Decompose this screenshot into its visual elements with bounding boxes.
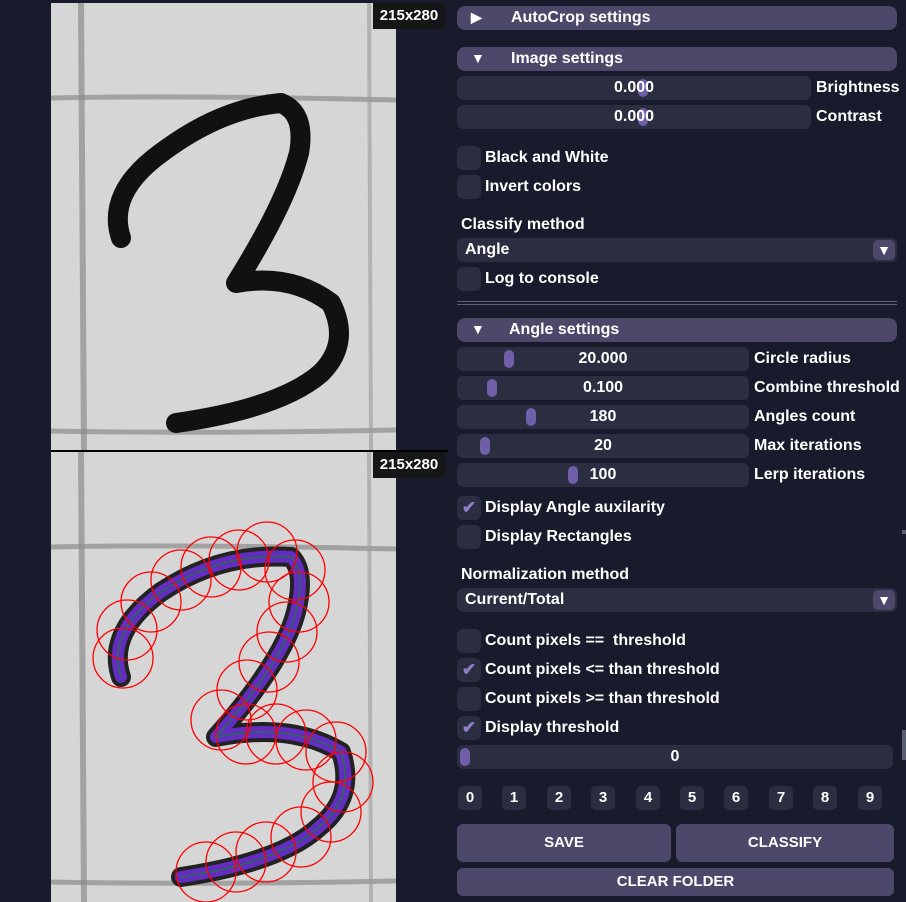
normalization-method-value: Current/Total (465, 591, 565, 608)
max-iterations-slider[interactable]: 20 (457, 434, 749, 458)
angle-settings-header[interactable]: ▼ Angle settings (457, 318, 897, 342)
angles-count-label: Angles count (754, 408, 856, 425)
threshold-slider[interactable]: 0 (457, 745, 893, 769)
checkbox-box[interactable] (457, 629, 481, 653)
original-digit-image (51, 3, 396, 450)
brightness-value: 0.000 (613, 79, 655, 96)
digit-button-9[interactable]: 9 (858, 786, 882, 810)
autocrop-settings-header[interactable]: ▶ AutoCrop settings (457, 6, 897, 30)
invert-colors-label: Invert colors (485, 178, 582, 195)
threshold-value: 0 (670, 748, 680, 765)
digit-button-2[interactable]: 2 (547, 786, 571, 810)
checkbox-box[interactable] (457, 175, 481, 199)
image-dimensions-top: 215x280 (373, 3, 445, 29)
circle-radius-value: 20.000 (578, 350, 628, 367)
brightness-label: Brightness (816, 79, 900, 96)
angle-header-label: Angle settings (509, 321, 620, 338)
digit-button-1[interactable]: 1 (502, 786, 526, 810)
digit-button-5[interactable]: 5 (680, 786, 704, 810)
digit-button-4[interactable]: 4 (636, 786, 660, 810)
combine-threshold-slider[interactable]: 0.100 (457, 376, 749, 400)
brightness-slider[interactable]: 0.000 (457, 76, 811, 100)
digit-button-3[interactable]: 3 (591, 786, 615, 810)
checkbox-box[interactable] (457, 687, 481, 711)
classify-method-value: Angle (465, 241, 510, 258)
scrollbar-mark (902, 530, 906, 534)
max-iterations-label: Max iterations (754, 437, 862, 454)
combine-threshold-label: Combine threshold (754, 379, 900, 396)
image-view-area: 215x280 215x280 (0, 0, 448, 902)
save-button[interactable]: SAVE (457, 824, 671, 862)
count-le-label: Count pixels <= than threshold (485, 661, 720, 678)
image-header-label: Image settings (511, 50, 624, 67)
clear-folder-button[interactable]: CLEAR FOLDER (457, 868, 894, 896)
contrast-slider[interactable]: 0.000 (457, 105, 811, 129)
checkmark-icon[interactable]: ✔ (457, 716, 481, 740)
normalization-method-dropdown[interactable]: Current/Total ▼ (457, 588, 897, 612)
digit-button-0[interactable]: 0 (458, 786, 482, 810)
processed-digit-image (51, 452, 396, 902)
max-iterations-value: 20 (594, 437, 612, 454)
triangle-down-icon: ▼ (471, 321, 485, 337)
checkbox-box[interactable] (457, 525, 481, 549)
checkmark-icon[interactable]: ✔ (457, 496, 481, 520)
separator (457, 301, 897, 305)
classify-method-dropdown[interactable]: Angle ▼ (457, 238, 897, 262)
circle-radius-label: Circle radius (754, 350, 851, 367)
checkbox-box[interactable] (457, 146, 481, 170)
display-rectangles-label: Display Rectangles (485, 528, 632, 545)
digit-button-6[interactable]: 6 (724, 786, 748, 810)
settings-panel: ▶ AutoCrop settings ▼ Image settings 0.0… (448, 0, 906, 902)
angles-count-value: 180 (589, 408, 617, 425)
contrast-label: Contrast (816, 108, 882, 125)
chevron-down-icon[interactable]: ▼ (873, 240, 895, 260)
black-white-label: Black and White (485, 149, 609, 166)
digit-button-8[interactable]: 8 (813, 786, 837, 810)
contrast-value: 0.000 (613, 108, 655, 125)
classify-method-label: Classify method (461, 216, 585, 233)
classify-button[interactable]: CLASSIFY (676, 824, 894, 862)
scrollbar-mark (902, 730, 906, 760)
circle-radius-slider[interactable]: 20.000 (457, 347, 749, 371)
display-threshold-label: Display threshold (485, 719, 620, 736)
lerp-iterations-value: 100 (589, 466, 617, 483)
checkmark-icon[interactable]: ✔ (457, 658, 481, 682)
normalization-method-label: Normalization method (461, 566, 630, 583)
lerp-iterations-label: Lerp iterations (754, 466, 866, 483)
triangle-right-icon: ▶ (471, 9, 482, 25)
display-angle-label: Display Angle auxilarity (485, 499, 665, 516)
autocrop-header-label: AutoCrop settings (511, 9, 651, 26)
count-ge-label: Count pixels >= than threshold (485, 690, 720, 707)
image-settings-header[interactable]: ▼ Image settings (457, 47, 897, 71)
triangle-down-icon: ▼ (471, 50, 485, 66)
log-console-label: Log to console (485, 270, 599, 287)
angles-count-slider[interactable]: 180 (457, 405, 749, 429)
digit-button-7[interactable]: 7 (769, 786, 793, 810)
image-dimensions-bottom: 215x280 (373, 452, 445, 478)
lerp-iterations-slider[interactable]: 100 (457, 463, 749, 487)
count-eq-label: Count pixels == threshold (485, 632, 686, 649)
chevron-down-icon[interactable]: ▼ (873, 590, 895, 610)
combine-threshold-value: 0.100 (582, 379, 624, 396)
checkbox-box[interactable] (457, 267, 481, 291)
